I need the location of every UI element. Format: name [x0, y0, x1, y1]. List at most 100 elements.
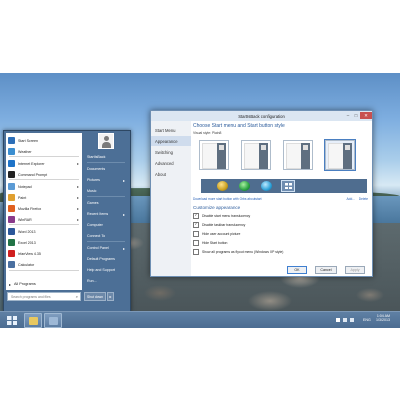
start-menu-place[interactable]: Help and Support: [87, 265, 127, 275]
start-menu-item[interactable]: IrfanView 4.35: [6, 248, 82, 259]
option-label: Show all programs as flyout menu (Window…: [202, 250, 284, 254]
start-menu-item[interactable]: Mozilla Firefox ▸: [6, 203, 82, 214]
checkmark-icon[interactable]: ✓: [193, 222, 199, 228]
start-menu-places: StartIsBack Documents Pictures ▸ Music Games R…: [84, 133, 128, 308]
jumplist-arrow-icon[interactable]: ▸: [77, 217, 79, 222]
maximize-button[interactable]: □: [352, 112, 360, 119]
divider: [9, 270, 79, 271]
place-label: Connect To: [87, 234, 106, 238]
style-thumbnail[interactable]: [324, 139, 356, 171]
option-checkbox[interactable]: Hide user account picture: [193, 230, 240, 238]
flag-icon[interactable]: [336, 318, 340, 322]
nav-item[interactable]: Appearance: [151, 136, 191, 146]
avatar-head-shape: [104, 136, 109, 141]
start-menu-item[interactable]: Internet Explorer ▸: [6, 158, 82, 169]
search-programs-input[interactable]: Search programs and files ⌕: [7, 292, 81, 301]
start-menu-place[interactable]: Recent Items ▸: [87, 209, 127, 219]
download-orbs-link[interactable]: Download more start button with Orbs abo…: [193, 197, 262, 201]
divider: [87, 241, 125, 242]
nav-item[interactable]: About: [151, 169, 191, 179]
start-menu-item[interactable]: Word 2013: [6, 226, 82, 237]
orb-green-icon[interactable]: [239, 181, 250, 191]
taskbar-button-config[interactable]: [44, 313, 62, 328]
network-icon[interactable]: [343, 318, 347, 322]
close-button[interactable]: ✕: [360, 112, 372, 119]
place-label: Control Panel: [87, 246, 109, 250]
start-menu-place[interactable]: Computer: [87, 220, 127, 230]
jumplist-arrow-icon[interactable]: ▸: [77, 184, 79, 189]
shutdown-options-button[interactable]: ▸: [107, 292, 114, 301]
jumplist-arrow-icon[interactable]: ▸: [77, 206, 79, 211]
clock[interactable]: 1:04 AM 1/3/2013: [376, 314, 390, 322]
option-checkbox[interactable]: Hide Start button: [193, 239, 227, 247]
ok-button[interactable]: OK: [287, 266, 307, 274]
window-title: StartIsBack configuration: [238, 113, 285, 119]
orb-gold-icon[interactable]: [217, 181, 228, 191]
start-menu-item[interactable]: Notepad ▸: [6, 181, 82, 192]
start-menu-item[interactable]: Calculator: [6, 259, 82, 270]
start-button[interactable]: [4, 314, 20, 327]
start-menu-place[interactable]: Default Programs: [87, 254, 127, 264]
customize-heading: Customize appearance: [193, 205, 241, 210]
jumplist-arrow-icon[interactable]: ▸: [77, 161, 79, 166]
all-programs-item[interactable]: ▸ All Programs: [6, 279, 82, 289]
nav-item[interactable]: Advanced: [151, 158, 191, 168]
option-label: Hide user account picture: [202, 232, 241, 236]
option-label: Disable start menu translucency: [202, 214, 251, 218]
orb-blue-icon[interactable]: [261, 181, 272, 191]
start-menu-place[interactable]: Games: [87, 198, 127, 208]
divider: [9, 224, 79, 225]
delete-link[interactable]: Delete: [359, 197, 368, 201]
start-menu-item[interactable]: Start Screen: [6, 135, 82, 146]
volume-icon[interactable]: [350, 318, 354, 322]
checkbox-empty[interactable]: [193, 240, 199, 246]
option-checkbox[interactable]: ✓ Disable start menu translucency: [193, 212, 250, 220]
start-menu-place[interactable]: Run...: [87, 276, 127, 286]
program-icon: [8, 205, 15, 212]
minimize-button[interactable]: –: [344, 112, 352, 119]
jumplist-arrow-icon[interactable]: ▸: [77, 195, 79, 200]
checkbox-empty[interactable]: [193, 231, 199, 237]
start-menu-place[interactable]: Connect To: [87, 231, 127, 241]
nav-item[interactable]: Start Menu: [151, 125, 191, 135]
windows-logo-button[interactable]: [281, 180, 295, 192]
shutdown-button[interactable]: Shut down: [84, 292, 106, 301]
window-titlebar[interactable]: StartIsBack configuration: [151, 111, 372, 121]
program-label: Weather: [18, 149, 32, 154]
start-menu-place[interactable]: Documents: [87, 164, 127, 174]
nav-item[interactable]: Switching: [151, 147, 191, 157]
style-thumbnail[interactable]: [241, 140, 271, 170]
place-label: Recent Items: [87, 212, 109, 216]
start-menu-place[interactable]: StartIsBack: [87, 152, 127, 162]
start-menu-place[interactable]: Control Panel ▸: [87, 243, 127, 253]
checkmark-icon[interactable]: ✓: [193, 213, 199, 219]
program-icon: [8, 194, 15, 201]
thumbnail-avatar: [219, 145, 224, 150]
explorer-icon: [29, 317, 38, 325]
style-thumbnail[interactable]: [283, 140, 313, 170]
chevron-right-icon: ▸: [122, 177, 125, 183]
apply-button[interactable]: Apply: [345, 266, 365, 274]
option-checkbox[interactable]: ✓ Disable taskbar translucency: [193, 221, 245, 229]
program-label: Word 2013: [18, 229, 36, 234]
taskbar-button-explorer[interactable]: [24, 313, 42, 328]
add-link[interactable]: Add...: [347, 197, 355, 201]
start-menu-place[interactable]: Music: [87, 186, 127, 196]
user-avatar[interactable]: [98, 133, 114, 149]
divider: [87, 162, 125, 163]
program-icon: [8, 183, 15, 190]
option-checkbox[interactable]: Show all programs as flyout menu (Window…: [193, 248, 283, 256]
style-thumbnail[interactable]: [199, 140, 229, 170]
checkbox-empty[interactable]: [193, 249, 199, 255]
visual-style-value[interactable]: Plain8: [212, 131, 221, 135]
tray-icons: [336, 318, 354, 323]
start-menu-place[interactable]: Pictures ▸: [87, 175, 127, 185]
language-indicator[interactable]: ENG: [363, 318, 371, 322]
program-label: Excel 2013: [18, 240, 36, 245]
program-label: Notepad: [18, 184, 32, 189]
cancel-button[interactable]: Cancel: [315, 266, 337, 274]
start-button-orbs-row: [201, 179, 367, 193]
add-delete-links: Add... Delete: [347, 197, 368, 201]
start-menu-item[interactable]: Excel 2013: [6, 237, 82, 248]
start-menu-item[interactable]: Paint ▸: [6, 192, 82, 203]
